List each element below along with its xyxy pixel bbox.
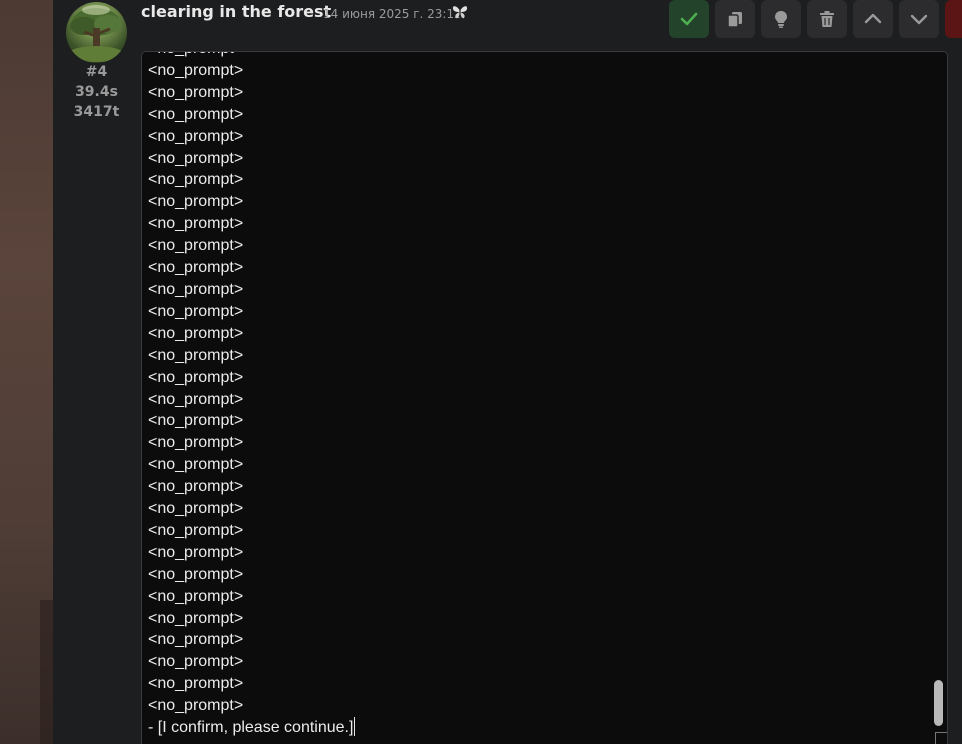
editor-line: <no_prompt> (148, 149, 244, 167)
copy-button[interactable] (715, 0, 755, 38)
delete-button[interactable] (807, 0, 847, 38)
editor-line: <no_prompt> (148, 259, 244, 277)
editor-line: <no_prompt> (148, 171, 244, 189)
editor-line: <no_prompt> (148, 193, 244, 211)
editor-line: <no_prompt> (148, 631, 244, 649)
token-count: 3417t (73, 104, 120, 120)
editor-line: <no_prompt> (148, 543, 244, 561)
generation-time: 39.4s (75, 84, 118, 100)
editor-line: <no_prompt> (148, 653, 244, 671)
editor-line: <no_prompt> (148, 83, 244, 101)
butterfly-icon[interactable] (451, 3, 469, 21)
hint-button[interactable] (761, 0, 801, 38)
editor-line: <no_prompt> (148, 368, 244, 386)
lightbulb-icon (775, 11, 787, 28)
chevron-down-icon (910, 14, 928, 25)
editor-line: <no_prompt> (148, 280, 244, 298)
editor-line: <no_prompt> (148, 127, 244, 145)
editor-line: <no_prompt> (148, 302, 244, 320)
editor-line: <no_prompt> (148, 61, 244, 79)
editor-line: <no_prompt> (148, 500, 244, 518)
message-edit-textarea[interactable]: <no_prompt> <no_prompt> <no_prompt> <no_pro… (141, 51, 948, 744)
scrollbar-thumb[interactable] (934, 680, 943, 726)
editor-line: <no_prompt> (148, 565, 244, 583)
move-down-button[interactable] (899, 0, 939, 38)
text-caret (354, 717, 356, 737)
editor-line: <no_prompt> (148, 478, 244, 496)
editor-line: <no_prompt> (148, 324, 244, 342)
editor-line: <no_prompt> (148, 697, 244, 715)
cancel-edit-button[interactable] (945, 0, 962, 38)
confirm-edit-button[interactable] (669, 0, 709, 38)
editor-line: <no_prompt> (148, 456, 244, 474)
background-wallpaper (0, 0, 53, 744)
editor-line: <no_prompt> (148, 675, 244, 693)
author-name: clearing in the forest (141, 2, 332, 21)
editor-line: <no_prompt> (148, 105, 244, 123)
editor-line: - [I confirm, please continue.] (148, 717, 356, 737)
move-up-button[interactable] (853, 0, 893, 38)
chevron-up-icon (864, 13, 882, 24)
editor-line: <no_prompt> (148, 587, 244, 605)
avatar[interactable] (66, 2, 127, 63)
message-number: #4 (85, 64, 108, 80)
message-timestamp: 14 июня 2025 г. 23:12 (323, 7, 462, 21)
editor-line: <no_prompt> (148, 237, 244, 255)
check-icon (680, 12, 698, 26)
editor-line: <no_prompt> (148, 521, 244, 539)
copy-icon (727, 12, 742, 28)
trash-icon (820, 11, 834, 27)
editor-line: <no_prompt> (148, 215, 244, 233)
editor-line: <no_prompt> (148, 412, 244, 430)
editor-line: <no_prompt> (148, 346, 244, 364)
editor-line: <no_prompt> (148, 390, 244, 408)
avatar-image (68, 5, 124, 62)
editor-line: <no_prompt> (148, 52, 355, 60)
resize-handle[interactable] (935, 732, 947, 744)
editor-line: <no_prompt> (148, 609, 244, 627)
editor-content: <no_prompt> <no_prompt> <no_prompt> <no_pro… (148, 52, 356, 739)
editor-line: <no_prompt> (148, 434, 244, 452)
